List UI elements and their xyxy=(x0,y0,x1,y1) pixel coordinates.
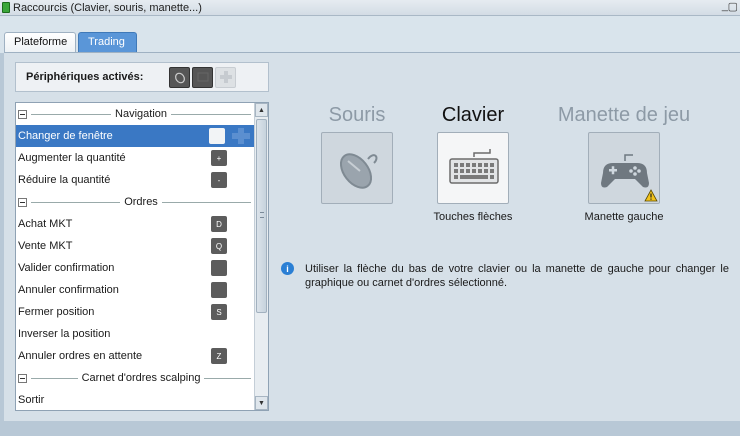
key-binding[interactable]: Z xyxy=(211,348,227,364)
device-gamepad-sub: Manette gauche xyxy=(584,211,664,223)
key-binding[interactable] xyxy=(211,260,227,276)
shortcut-label: Réduire la quantité xyxy=(18,174,111,186)
shortcut-row[interactable]: Annuler confirmation xyxy=(16,279,255,301)
scrollbar[interactable]: ▲ ▼ xyxy=(254,103,268,410)
shortcut-row[interactable]: Fermer position S xyxy=(16,301,255,323)
shortcut-row[interactable]: Achat MKT D xyxy=(16,213,255,235)
key-binding[interactable]: + xyxy=(211,150,227,166)
shortcut-list: Navigation Changer de fenêtre Augmenter la… xyxy=(16,103,255,410)
mouse-large-icon xyxy=(339,153,378,189)
shortcut-label: Augmenter la quantité xyxy=(18,152,126,164)
info-message: i Utiliser la flèche du bas de votre cla… xyxy=(281,262,729,290)
shortcut-label: Changer de fenêtre xyxy=(18,130,113,142)
group-title: Carnet d'ordres scalping xyxy=(81,372,201,384)
key-binding[interactable] xyxy=(209,128,225,144)
shortcut-row[interactable]: Inverser la position xyxy=(16,323,255,345)
tab-plateforme[interactable]: Plateforme xyxy=(4,32,76,52)
tab-trading[interactable]: Trading xyxy=(78,32,137,52)
shortcut-row[interactable]: Vente MKT Q xyxy=(16,235,255,257)
peripherals-panel: Périphériques activés: xyxy=(15,62,269,92)
shortcut-label: Annuler confirmation xyxy=(18,284,119,296)
peripherals-label: Périphériques activés: xyxy=(26,71,144,83)
window-title: Raccourcis (Clavier, souris, manette...) xyxy=(13,1,202,14)
dpad-icon[interactable] xyxy=(231,128,251,144)
maximize-button[interactable]: ▢ xyxy=(728,0,738,13)
shortcut-row[interactable]: Réduire la quantité - xyxy=(16,169,255,191)
group-header[interactable]: Ordres xyxy=(16,191,255,213)
group-header[interactable]: Carnet d'ordres scalping xyxy=(16,367,255,389)
collapse-icon[interactable] xyxy=(18,373,27,383)
app-icon xyxy=(2,2,10,13)
device-keyboard-name: Clavier xyxy=(441,104,505,126)
key-binding[interactable]: D xyxy=(211,216,227,232)
shortcut-label: Inverser la position xyxy=(18,328,111,340)
info-text: Utiliser la flèche du bas de votre clavi… xyxy=(305,263,729,289)
device-mouse-box[interactable] xyxy=(321,132,393,204)
collapse-icon[interactable] xyxy=(18,109,27,119)
device-mouse-name: Souris xyxy=(328,104,386,126)
keyboard-large-icon xyxy=(449,149,499,184)
shortcut-row[interactable]: Augmenter la quantité + xyxy=(16,147,255,169)
shortcut-row[interactable]: Changer de fenêtre xyxy=(16,125,255,147)
key-binding[interactable]: Q xyxy=(211,238,227,254)
device-gamepad-name: Manette de jeu xyxy=(557,104,691,126)
key-binding[interactable]: S xyxy=(211,304,227,320)
collapse-icon[interactable] xyxy=(18,197,27,207)
key-binding[interactable]: - xyxy=(211,172,227,188)
dpad-icon[interactable] xyxy=(215,66,237,88)
group-title: Navigation xyxy=(115,108,167,120)
group-title: Ordres xyxy=(124,196,158,208)
key-binding[interactable] xyxy=(211,282,227,298)
shortcut-label: Fermer position xyxy=(18,306,95,318)
mouse-icon[interactable] xyxy=(169,66,191,88)
shortcut-label: Sortir xyxy=(18,394,45,406)
device-gamepad-box[interactable] xyxy=(588,132,660,204)
device-keyboard-box[interactable] xyxy=(437,132,509,204)
shortcut-label: Valider confirmation xyxy=(18,262,115,274)
info-icon: i xyxy=(281,262,294,275)
device-keyboard-sub: Touches flèches xyxy=(433,211,513,223)
title-bar: Raccourcis (Clavier, souris, manette...)… xyxy=(0,0,740,16)
shortcut-label: Annuler ordres en attente xyxy=(18,350,143,362)
scroll-up-icon[interactable]: ▲ xyxy=(255,103,268,117)
keyboard-icon[interactable] xyxy=(192,66,214,88)
shortcut-row[interactable]: Valider confirmation xyxy=(16,257,255,279)
shortcut-row[interactable]: Annuler ordres en attente Z xyxy=(16,345,255,367)
scroll-down-icon[interactable]: ▼ xyxy=(255,396,268,410)
shortcut-row[interactable]: Sortir xyxy=(16,389,255,410)
shortcut-list-panel: Navigation Changer de fenêtre Augmenter la… xyxy=(15,102,269,411)
shortcut-label: Vente MKT xyxy=(18,240,73,252)
scroll-thumb[interactable] xyxy=(256,119,267,313)
shortcut-label: Achat MKT xyxy=(18,218,73,230)
warning-icon xyxy=(644,189,658,202)
tab-bar: Plateforme Trading xyxy=(0,16,740,53)
group-header[interactable]: Navigation xyxy=(16,103,255,125)
